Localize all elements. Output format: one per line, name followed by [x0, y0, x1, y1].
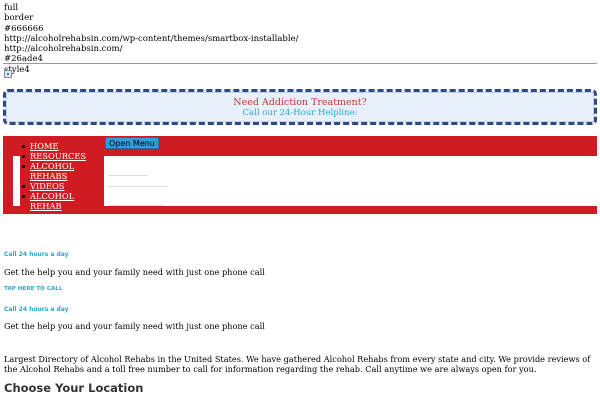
submenu-panel — [104, 160, 174, 195]
help-text: Get the help you and your family need wi… — [4, 267, 265, 277]
debug-line: http://alcoholrehabsin.com/wp-content/th… — [4, 33, 299, 44]
open-menu-button[interactable]: Open Menu — [105, 137, 159, 149]
submenu-divider — [108, 186, 168, 187]
nav-link-home[interactable]: HOME — [30, 141, 59, 151]
debug-settings-text: full border #666666 http://alcoholrehabs… — [4, 3, 298, 75]
nav-item-resources[interactable]: RESOURCES — [20, 151, 104, 161]
directory-description: Largest Directory of Alcohol Rehabs in t… — [4, 354, 591, 374]
nav-item-home[interactable]: HOME — [20, 141, 104, 151]
nav-link-videos[interactable]: VIDEOS — [30, 181, 64, 191]
call-hours-label: Call 24 hours a day — [4, 306, 69, 313]
nav-item-videos[interactable]: VIDEOS — [20, 181, 104, 191]
broken-image-icon — [4, 70, 12, 78]
cta-subtitle: Call our 24-Hour Helpline: — [242, 108, 358, 118]
horizontal-divider — [3, 63, 597, 64]
help-text: Get the help you and your family need wi… — [4, 321, 265, 331]
call-hours-label: Call 24 hours a day — [4, 251, 69, 258]
debug-line: #666666 — [4, 23, 44, 34]
nav-item-alcohol-rehab[interactable]: ALCOHOL REHAB — [20, 191, 104, 211]
nav-item-alcohol-rehabs[interactable]: ALCOHOL REHABS — [20, 161, 104, 181]
debug-line: http://alcoholrehabsin.com/ — [4, 44, 123, 55]
nav-menu-list: HOME RESOURCES ALCOHOL REHABS VIDEOS ALC… — [20, 141, 104, 211]
nav-link-alcohol-rehabs[interactable]: ALCOHOL REHABS — [30, 161, 74, 181]
tap-to-call-link[interactable]: TAP HERE TO CALL — [4, 286, 62, 292]
debug-line: style4 — [4, 64, 30, 75]
debug-line: full — [4, 3, 19, 13]
cta-title: Need Addiction Treatment? — [233, 97, 367, 108]
debug-line: border — [4, 13, 34, 24]
nav-link-resources[interactable]: RESOURCES — [30, 151, 86, 161]
helpline-cta-box[interactable]: Need Addiction Treatment? Call our 24-Ho… — [3, 89, 597, 125]
section-heading: Choose Your Location — [4, 381, 144, 395]
nav-link-alcohol-rehab[interactable]: ALCOHOL REHAB — [30, 191, 74, 211]
submenu-divider — [108, 175, 148, 176]
submenu-divider — [108, 205, 163, 206]
